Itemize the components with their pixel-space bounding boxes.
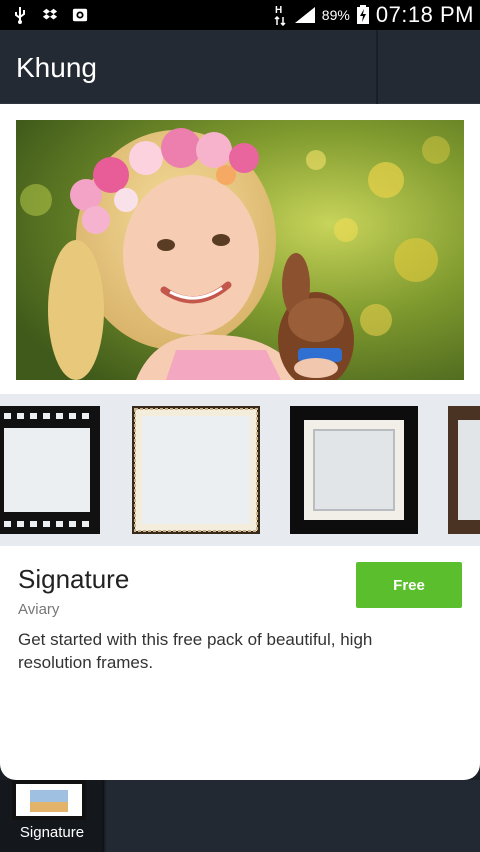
clock: 07:18 PM <box>375 2 474 27</box>
dropbox-icon <box>42 7 58 23</box>
free-button[interactable]: Free <box>356 562 462 608</box>
action-bar: Khung <box>0 30 480 104</box>
page-title: Khung <box>16 52 97 83</box>
vintage-paper-frame[interactable] <box>132 406 260 534</box>
network-hplus-icon: H <box>272 5 288 26</box>
pack-detail-card: Signature Aviary Get started with this f… <box>0 104 480 780</box>
pack-description: Get started with this free pack of beaut… <box>18 630 373 672</box>
battery-percent: 89% <box>321 7 350 23</box>
usb-icon <box>12 7 28 24</box>
frame-carousel[interactable] <box>0 394 480 546</box>
camera-icon <box>72 7 88 23</box>
pack-thumbnail <box>12 780 86 820</box>
black-matted-frame[interactable] <box>290 406 418 534</box>
signal-icon <box>294 7 316 23</box>
preview-image <box>16 120 464 380</box>
wood-frame[interactable] <box>448 406 480 534</box>
svg-text:H: H <box>275 5 282 16</box>
tray-empty-area <box>106 780 480 852</box>
pack-tile-label: Signature <box>19 824 85 841</box>
pack-tile-signature[interactable]: Signature <box>0 780 104 852</box>
filmstrip-frame[interactable] <box>0 406 100 534</box>
action-bar-divider <box>376 30 378 104</box>
status-bar: H 89% 07:18 PM <box>0 0 480 30</box>
frame-pack-tray: Signature <box>0 780 480 852</box>
battery-charging-icon <box>356 5 370 25</box>
